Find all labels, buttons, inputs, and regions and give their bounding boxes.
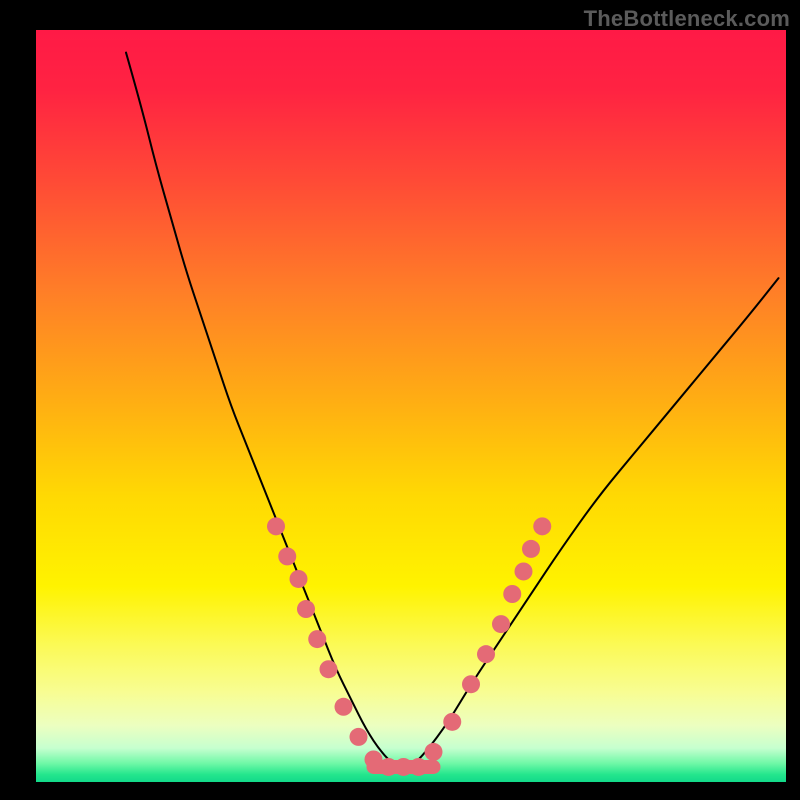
chart-container: TheBottleneck.com [0, 0, 800, 800]
bottleneck-chart [0, 0, 800, 800]
watermark-label: TheBottleneck.com [584, 6, 790, 32]
